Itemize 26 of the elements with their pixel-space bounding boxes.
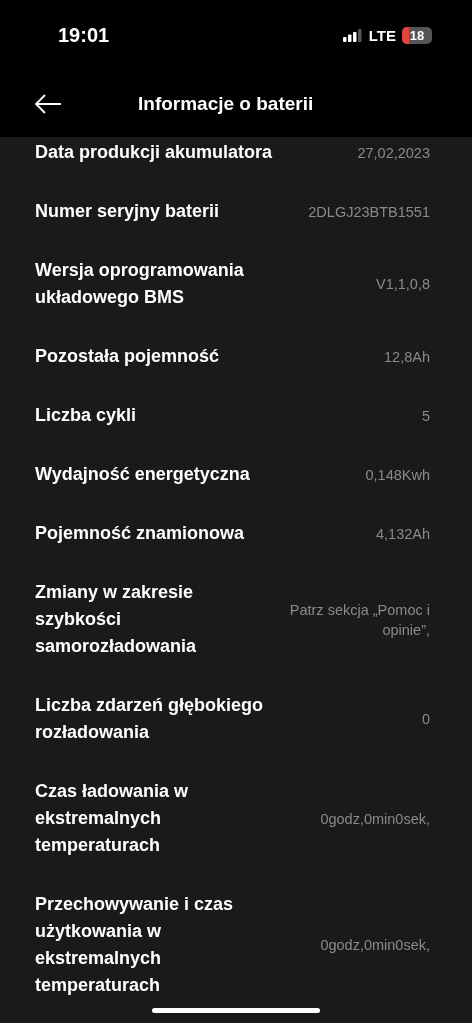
row-label: Wersja oprogramowania układowego BMS <box>35 259 245 309</box>
page-title: Informacje o baterii <box>138 92 314 115</box>
row-label: Numer seryjny baterii <box>35 200 220 223</box>
network-label: LTE <box>368 26 396 44</box>
row-label: Pozostała pojemność <box>35 345 220 368</box>
row-value: 4,132Ah <box>375 524 430 544</box>
row-label: Liczba cykli <box>35 404 137 427</box>
row-value: 12,8Ah <box>384 347 430 367</box>
row-label: Czas ładowania w ekstremalnych temperaturach <box>35 780 190 857</box>
row-label: Liczba zdarzeń głębokiego rozładowania <box>35 694 265 744</box>
row-value: V1,1,0,8 <box>376 275 430 294</box>
row-label: Pojemność znamionowa <box>35 522 245 545</box>
row-value: 27,02,2023 <box>357 143 430 163</box>
row-value: 2DLGJ23BTB1551 <box>308 202 430 222</box>
status-time: 19:01 <box>58 23 110 47</box>
row-value: 0godz,0min0sek, <box>320 809 430 829</box>
row-value: 0,148Kwh <box>365 465 430 485</box>
row-label: Zmiany w zakresie szybkości samorozładowania <box>35 581 198 658</box>
row-value: 5 <box>421 406 430 426</box>
row-value: 0godz,0min0sek, <box>320 936 430 955</box>
row-value: Patrz sekcja „Pomoc i opinie”, <box>288 600 430 640</box>
battery-icon: 18 <box>402 26 432 44</box>
row-value: 0 <box>421 710 430 729</box>
row-label: Przechowywanie i czas użytkowania w ekstremalnych temperaturach <box>35 893 235 997</box>
row-label: Data produkcji akumulatora <box>35 141 273 164</box>
row-label: Wydajność energetyczna <box>35 463 250 486</box>
